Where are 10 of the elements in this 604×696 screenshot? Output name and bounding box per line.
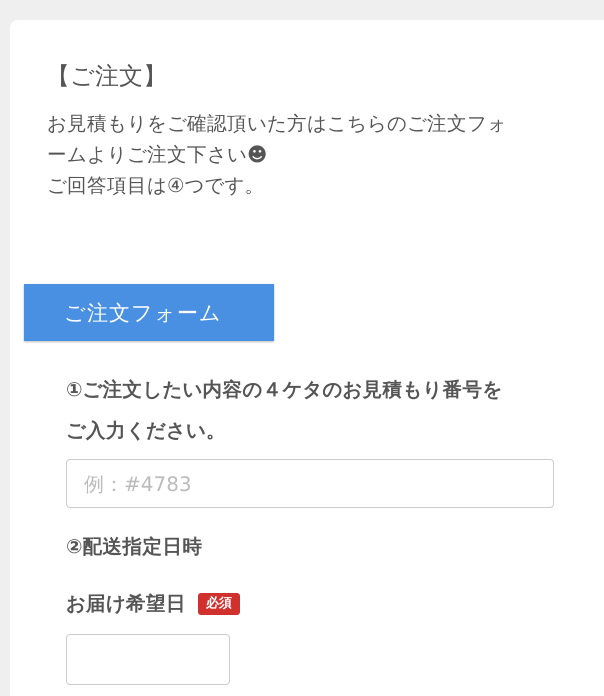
required-badge: 必須 — [198, 592, 240, 614]
intro-text: ご回答項目は④つです。 — [47, 173, 266, 199]
question-label: ①ご注文したい内容の４ケタのお見積もり番号をご入力ください。 — [66, 377, 504, 444]
estimate-number-field[interactable]: 例：#4783 — [66, 459, 554, 508]
intro-text: お見積もりをご確認頂いた方はこちらのご注文フォームよりご注文下さい☻ — [47, 111, 508, 168]
question-label: ②配送指定日時 — [66, 534, 203, 560]
order-form-button[interactable]: ご注文フォーム — [24, 284, 274, 341]
delivery-date-field[interactable] — [66, 634, 230, 685]
field-label: お届け希望日 — [66, 591, 186, 617]
section-heading: 【ご注文】 — [46, 61, 167, 92]
